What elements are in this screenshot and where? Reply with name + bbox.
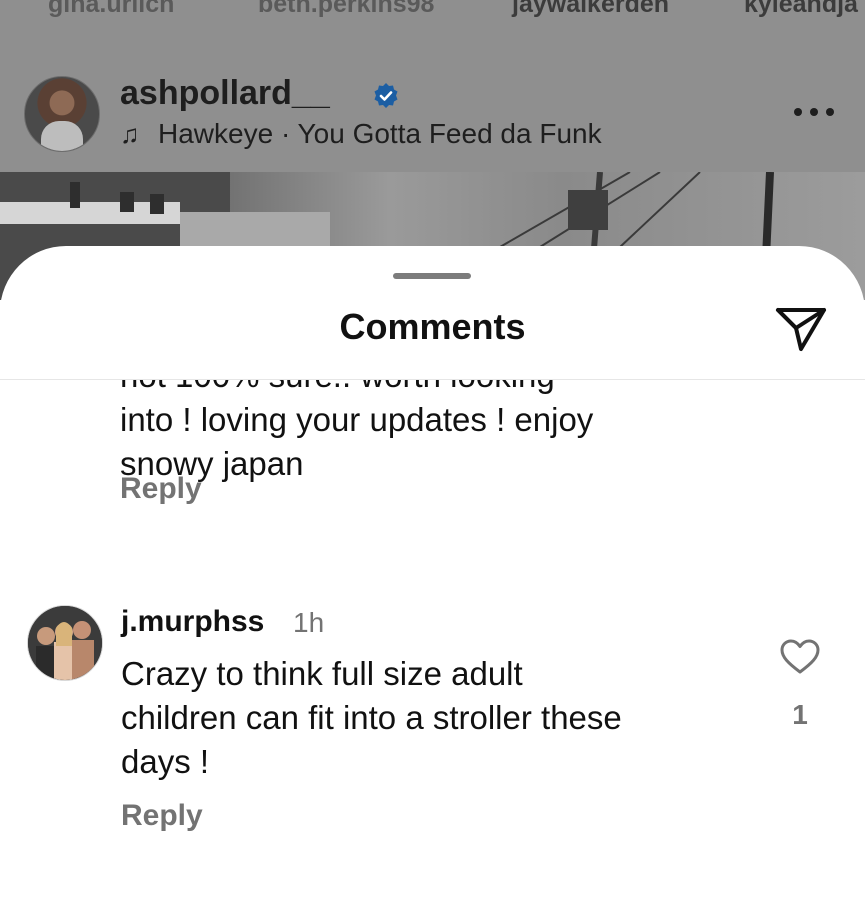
paper-plane-icon[interactable] [774,304,828,354]
stories-row: gina.urlich beth.perkins98 jaywalkerden … [0,0,865,30]
story-username[interactable]: kyleandja [744,0,858,19]
comment-text-line: not 100% sure.. worth looking [120,380,740,398]
comment-text-line: Crazy to think full size adult [121,655,523,692]
comment-username[interactable]: j.murphss [121,605,264,639]
post-music-label: Hawkeye · You Gotta Feed da Funk [158,118,602,149]
comment-timestamp: 1h [293,607,325,638]
verified-badge-icon [374,83,398,108]
author-avatar[interactable] [24,76,100,152]
sheet-title: Comments [339,306,526,347]
reply-button[interactable]: Reply [120,472,202,506]
heart-outline-icon[interactable] [780,639,820,675]
app-root: gina.urlich beth.perkins98 jaywalkerden … [0,0,865,900]
comments-sheet: Comments not 100% sure.. worth looking i… [0,246,865,900]
post-author-username[interactable]: ashpollard__ [120,74,330,113]
music-note-icon: ♫ [120,119,140,149]
story-username[interactable]: beth.perkins98 [258,0,434,19]
comments-list[interactable]: not 100% sure.. worth looking into ! lov… [0,380,865,900]
comment-item: j.murphss 1h Crazy to think full size ad… [0,605,865,865]
comment-text-line: children can fit into a stroller these [121,699,622,736]
comment-avatar[interactable] [27,605,103,681]
comment-text-line: snowy japan [120,445,304,482]
avatar-photo [28,606,102,680]
post-header: ashpollard__ ♫ Hawkeye · You Gotta Feed d… [0,62,865,172]
sheet-drag-handle[interactable] [393,273,471,279]
story-username[interactable]: gina.urlich [48,0,174,19]
more-horizontal-icon[interactable] [792,106,836,118]
story-username[interactable]: jaywalkerden [512,0,669,19]
reply-button[interactable]: Reply [121,799,203,833]
comment-body: Crazy to think full size adult children … [121,652,741,784]
comment-text-line: into ! loving your updates ! enjoy [120,401,594,438]
post-music[interactable]: ♫ Hawkeye · You Gotta Feed da Funk [120,118,602,150]
like-count: 1 [792,699,808,730]
comment-text-line: days ! [121,743,210,780]
comment-partial: not 100% sure.. worth looking into ! lov… [120,380,740,505]
avatar-figure [41,121,83,151]
